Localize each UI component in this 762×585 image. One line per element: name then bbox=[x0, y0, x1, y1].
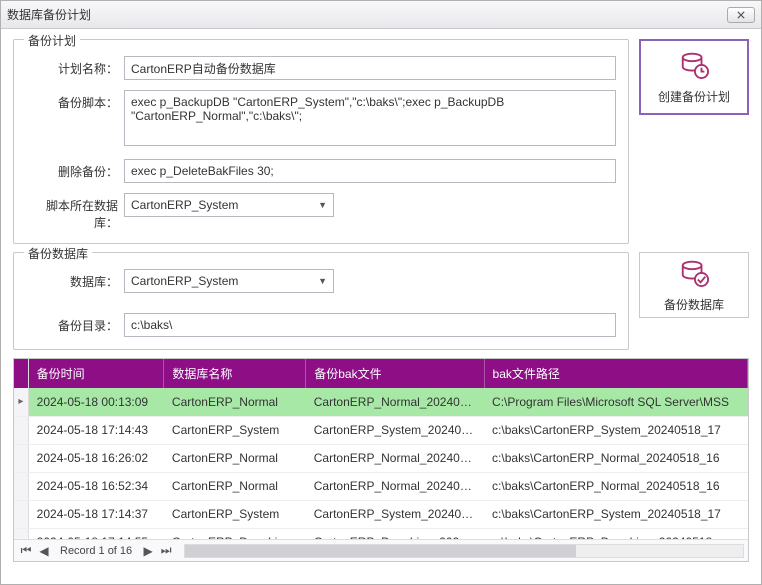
dir-input[interactable] bbox=[124, 313, 616, 337]
create-plan-label: 创建备份计划 bbox=[658, 88, 730, 105]
script-textarea[interactable] bbox=[124, 90, 616, 146]
backup-db-label: 备份数据库 bbox=[664, 296, 724, 313]
chevron-down-icon: ▼ bbox=[318, 200, 327, 210]
cell-name: CartonERP_System bbox=[164, 416, 306, 444]
horizontal-scrollbar[interactable] bbox=[184, 544, 744, 558]
group-title-plan: 备份计划 bbox=[24, 32, 80, 49]
row-indicator bbox=[14, 528, 28, 539]
col-file[interactable]: 备份bak文件 bbox=[306, 359, 484, 388]
table-row[interactable]: 2024-05-18 17:14:43CartonERP_SystemCarto… bbox=[14, 416, 748, 444]
cell-time: 2024-05-18 16:52:34 bbox=[28, 472, 164, 500]
scriptdb-label: 脚本所在数据库： bbox=[26, 193, 124, 231]
group-backup-db: 备份数据库 数据库： CartonERP_System ▼ 备份目录： bbox=[13, 252, 629, 350]
db-select[interactable]: CartonERP_System ▼ bbox=[124, 269, 334, 293]
scriptdb-value: CartonERP_System bbox=[131, 198, 238, 212]
col-time[interactable]: 备份时间 bbox=[28, 359, 164, 388]
col-path[interactable]: bak文件路径 bbox=[484, 359, 747, 388]
cell-name: CartonERP_Normal bbox=[164, 388, 306, 416]
row-indicator bbox=[14, 416, 28, 444]
cell-time: 2024-05-18 00:13:09 bbox=[28, 388, 164, 416]
close-icon bbox=[737, 11, 745, 19]
cell-path: c:\baks\CartonERP_Normal_20240518_16 bbox=[484, 444, 747, 472]
calendar-database-icon bbox=[679, 49, 709, 82]
cell-name: CartonERP_Normal bbox=[164, 444, 306, 472]
cell-name: CartonERP_DongLian bbox=[164, 528, 306, 539]
window-title: 数据库备份计划 bbox=[7, 6, 91, 23]
scriptdb-select[interactable]: CartonERP_System ▼ bbox=[124, 193, 334, 217]
database-check-icon bbox=[679, 257, 709, 290]
chevron-down-icon: ▼ bbox=[318, 276, 327, 286]
db-value: CartonERP_System bbox=[131, 274, 238, 288]
cell-time: 2024-05-18 17:14:37 bbox=[28, 500, 164, 528]
backup-grid: 备份时间 数据库名称 备份bak文件 bak文件路径 ▸2024-05-18 0… bbox=[13, 358, 749, 562]
cell-file: CartonERP_Normal_20240518... bbox=[306, 388, 484, 416]
pager-text: Record 1 of 16 bbox=[60, 545, 132, 557]
cell-file: CartonERP_System_2024051... bbox=[306, 500, 484, 528]
pager-last-button[interactable]: ⏭ bbox=[158, 543, 174, 559]
cell-name: CartonERP_Normal bbox=[164, 472, 306, 500]
cell-time: 2024-05-18 16:26:02 bbox=[28, 444, 164, 472]
cell-time: 2024-05-18 17:14:43 bbox=[28, 416, 164, 444]
scrollbar-thumb[interactable] bbox=[185, 545, 575, 557]
col-name[interactable]: 数据库名称 bbox=[164, 359, 306, 388]
cell-path: c:\baks\CartonERP_DongLian_20240518_ bbox=[484, 528, 747, 539]
table-row[interactable]: 2024-05-18 16:52:34CartonERP_NormalCarto… bbox=[14, 472, 748, 500]
table-row[interactable]: 2024-05-18 16:26:02CartonERP_NormalCarto… bbox=[14, 444, 748, 472]
group-backup-plan: 备份计划 计划名称： 备份脚本： 删除备份： 脚本所在数据库： bbox=[13, 39, 629, 244]
pager: ⏮ ◀ Record 1 of 16 ▶ ⏭ bbox=[14, 539, 748, 561]
plan-name-label: 计划名称： bbox=[26, 56, 124, 77]
cell-name: CartonERP_System bbox=[164, 500, 306, 528]
row-indicator bbox=[14, 472, 28, 500]
delete-input[interactable] bbox=[124, 159, 616, 183]
backup-db-button[interactable]: 备份数据库 bbox=[639, 252, 749, 318]
db-label: 数据库： bbox=[26, 269, 124, 290]
titlebar: 数据库备份计划 bbox=[1, 1, 761, 29]
pager-prev-button[interactable]: ◀ bbox=[36, 543, 52, 559]
row-indicator bbox=[14, 500, 28, 528]
table-row[interactable]: 2024-05-18 17:14:55CartonERP_DongLianCar… bbox=[14, 528, 748, 539]
close-button[interactable] bbox=[727, 7, 755, 23]
cell-path: c:\baks\CartonERP_Normal_20240518_16 bbox=[484, 472, 747, 500]
grid-scroll[interactable]: 备份时间 数据库名称 备份bak文件 bak文件路径 ▸2024-05-18 0… bbox=[14, 359, 748, 539]
cell-path: c:\baks\CartonERP_System_20240518_17 bbox=[484, 416, 747, 444]
script-label: 备份脚本： bbox=[26, 90, 124, 111]
row-indicator bbox=[14, 444, 28, 472]
table-row[interactable]: ▸2024-05-18 00:13:09CartonERP_NormalCart… bbox=[14, 388, 748, 416]
cell-file: CartonERP_System_2024051... bbox=[306, 416, 484, 444]
pager-next-button[interactable]: ▶ bbox=[140, 543, 156, 559]
plan-name-input[interactable] bbox=[124, 56, 616, 80]
dir-label: 备份目录： bbox=[26, 313, 124, 334]
cell-path: C:\Program Files\Microsoft SQL Server\MS… bbox=[484, 388, 747, 416]
cell-path: c:\baks\CartonERP_System_20240518_17 bbox=[484, 500, 747, 528]
cell-file: CartonERP_Normal_2024051... bbox=[306, 472, 484, 500]
row-indicator: ▸ bbox=[14, 388, 28, 416]
group-title-db: 备份数据库 bbox=[24, 245, 92, 262]
pager-first-button[interactable]: ⏮ bbox=[18, 543, 34, 559]
table-row[interactable]: 2024-05-18 17:14:37CartonERP_SystemCarto… bbox=[14, 500, 748, 528]
delete-label: 删除备份： bbox=[26, 159, 124, 180]
create-backup-plan-button[interactable]: 创建备份计划 bbox=[639, 39, 749, 115]
row-indicator-header bbox=[14, 359, 28, 388]
cell-file: CartonERP_DongLian_20240... bbox=[306, 528, 484, 539]
cell-time: 2024-05-18 17:14:55 bbox=[28, 528, 164, 539]
cell-file: CartonERP_Normal_2024051... bbox=[306, 444, 484, 472]
